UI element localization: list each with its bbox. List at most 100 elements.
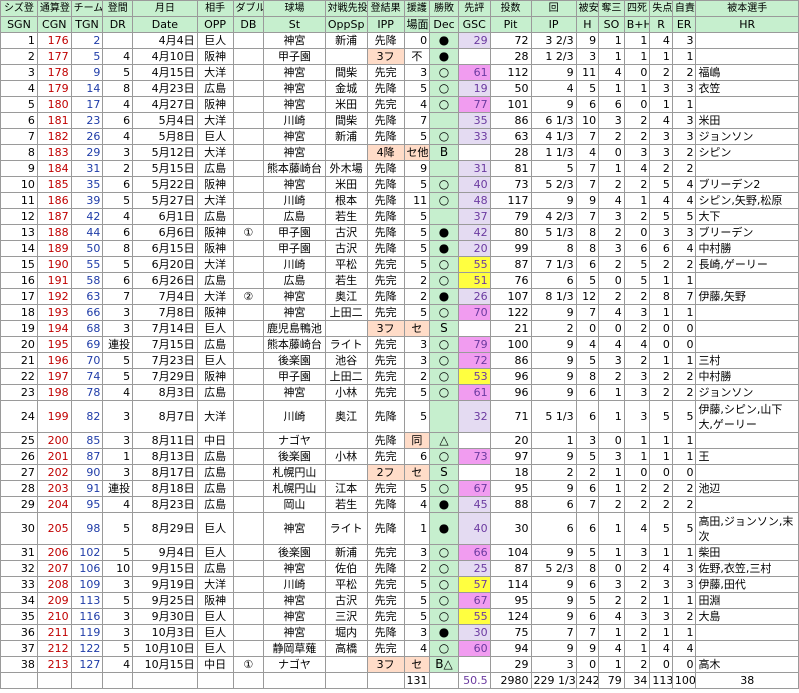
bb-hbp: 2 <box>623 112 651 129</box>
bb-hbp: 1 <box>623 32 651 49</box>
pitches: 99 <box>489 240 532 257</box>
cgn: 178 <box>36 64 72 81</box>
so: 1 <box>598 48 625 65</box>
date: 6月6日 <box>132 224 198 241</box>
stadium: 甲子園 <box>263 224 326 241</box>
db <box>232 304 265 321</box>
pitches: 114 <box>489 576 532 593</box>
header-en-gsc: GSC <box>457 16 491 33</box>
pitches: 86 <box>489 352 532 369</box>
opp: 広島 <box>196 384 234 401</box>
hits: 6 <box>575 480 600 497</box>
support: 5 <box>403 128 431 145</box>
opp-sp: 奥江 <box>324 288 368 305</box>
cgn: 196 <box>36 352 72 369</box>
sgn: 22 <box>0 368 38 385</box>
pitches: 76 <box>489 272 532 289</box>
sgn: 18 <box>0 304 38 321</box>
pitches: 124 <box>489 608 532 625</box>
runs: 5 <box>649 208 673 225</box>
cgn: 191 <box>36 272 72 289</box>
table-row: 34 209 113 5 9月25日 阪神 神宮 古沢 先完 5 ○ 67 95 9 5 2 2 1 1 田淵 <box>0 592 799 609</box>
hits: 2 <box>575 464 600 481</box>
er: 7 <box>671 288 697 305</box>
ipp: 先完 <box>366 576 405 593</box>
ip: 1 <box>530 432 577 449</box>
date: 8月3日 <box>132 384 198 401</box>
cgn: 176 <box>36 32 72 49</box>
stadium: 神宮 <box>263 96 326 113</box>
runs: 1 <box>649 304 673 321</box>
hits: 12 <box>575 288 600 305</box>
dr: 3 <box>102 320 134 337</box>
db <box>232 352 265 369</box>
bb-hbp: 5 <box>623 272 651 289</box>
opp: 広島 <box>196 160 234 177</box>
bb-hbp: 0 <box>623 464 651 481</box>
header-en-stadium: St <box>263 16 326 33</box>
hr-batters: 伊藤,シピン,山下大,ゲーリー <box>695 400 799 433</box>
runs: 4 <box>649 560 673 577</box>
table-row: 25 200 85 3 8月11日 中日 ナゴヤ 先降同 △ 20 1 3 0 1 1 1 <box>0 432 799 449</box>
dr: 8 <box>102 240 134 257</box>
ipp: 4降 <box>366 144 405 161</box>
tgn: 74 <box>70 368 104 385</box>
bb-hbp: 2 <box>623 560 651 577</box>
header-en-hits: H <box>575 16 600 33</box>
gsc: 67 <box>457 592 491 609</box>
so: 0 <box>598 560 625 577</box>
opp-sp: 若生 <box>324 208 368 225</box>
decision: ○ <box>429 640 459 657</box>
opp: 大洋 <box>196 400 234 433</box>
support: 5 <box>403 240 431 257</box>
support: 5 <box>403 208 431 225</box>
support: 2 <box>403 288 431 305</box>
gsc: 33 <box>457 128 491 145</box>
ipp: 先完 <box>366 272 405 289</box>
so: 1 <box>598 400 625 433</box>
table-row: 24 199 82 3 8月7日 大洋 川崎 奥江 先降 5 32 71 5 1/3 6 1 3 5 5 伊藤,シピ… <box>0 400 799 433</box>
db <box>232 80 265 97</box>
so: 4 <box>598 640 625 657</box>
table-row: 2 177 5 4 4月10日 阪神 甲子園 3フ不 ● 28 1 2/3 3 1 1 1 1 <box>0 48 799 65</box>
dr: 4 <box>102 496 134 513</box>
tgn: 78 <box>70 384 104 401</box>
opp-sp: 古沢 <box>324 592 368 609</box>
gsc: 37 <box>457 208 491 225</box>
sgn: 11 <box>0 192 38 209</box>
so: 0 <box>598 272 625 289</box>
opp: 阪神 <box>196 592 234 609</box>
sgn: 1 <box>0 32 38 49</box>
stadium: 神宮 <box>263 608 326 625</box>
hits: 9 <box>575 32 600 49</box>
stadium: ナゴヤ <box>263 656 326 673</box>
gsc: 25 <box>457 560 491 577</box>
cgn: 184 <box>36 160 72 177</box>
dr: 6 <box>102 272 134 289</box>
bb-hbp: 4 <box>623 160 651 177</box>
header-jp-decision: 勝敗 <box>429 0 459 17</box>
decision: S <box>429 320 459 337</box>
ipp: 先降 <box>366 160 405 177</box>
runs: 3 <box>649 144 673 161</box>
db <box>232 144 265 161</box>
hr-batters <box>695 160 799 177</box>
er: 5 <box>671 208 697 225</box>
bb-hbp: 2 <box>623 656 651 673</box>
ip: 2 <box>530 464 577 481</box>
hr-batters: シピン,矢野,松原 <box>695 192 799 209</box>
sgn: 14 <box>0 240 38 257</box>
db <box>232 576 265 593</box>
total-gsc: 50.5 <box>457 672 491 689</box>
header-en-ip: IP <box>530 16 577 33</box>
tgn: 69 <box>70 336 104 353</box>
ip: 5 1/3 <box>530 224 577 241</box>
support: 5 <box>403 80 431 97</box>
stadium: 広島 <box>263 208 326 225</box>
sgn: 24 <box>0 400 38 433</box>
tgn: 95 <box>70 496 104 513</box>
date: 4月23日 <box>132 80 198 97</box>
gsc: 79 <box>457 336 491 353</box>
tgn: 63 <box>70 288 104 305</box>
decision <box>429 160 459 177</box>
